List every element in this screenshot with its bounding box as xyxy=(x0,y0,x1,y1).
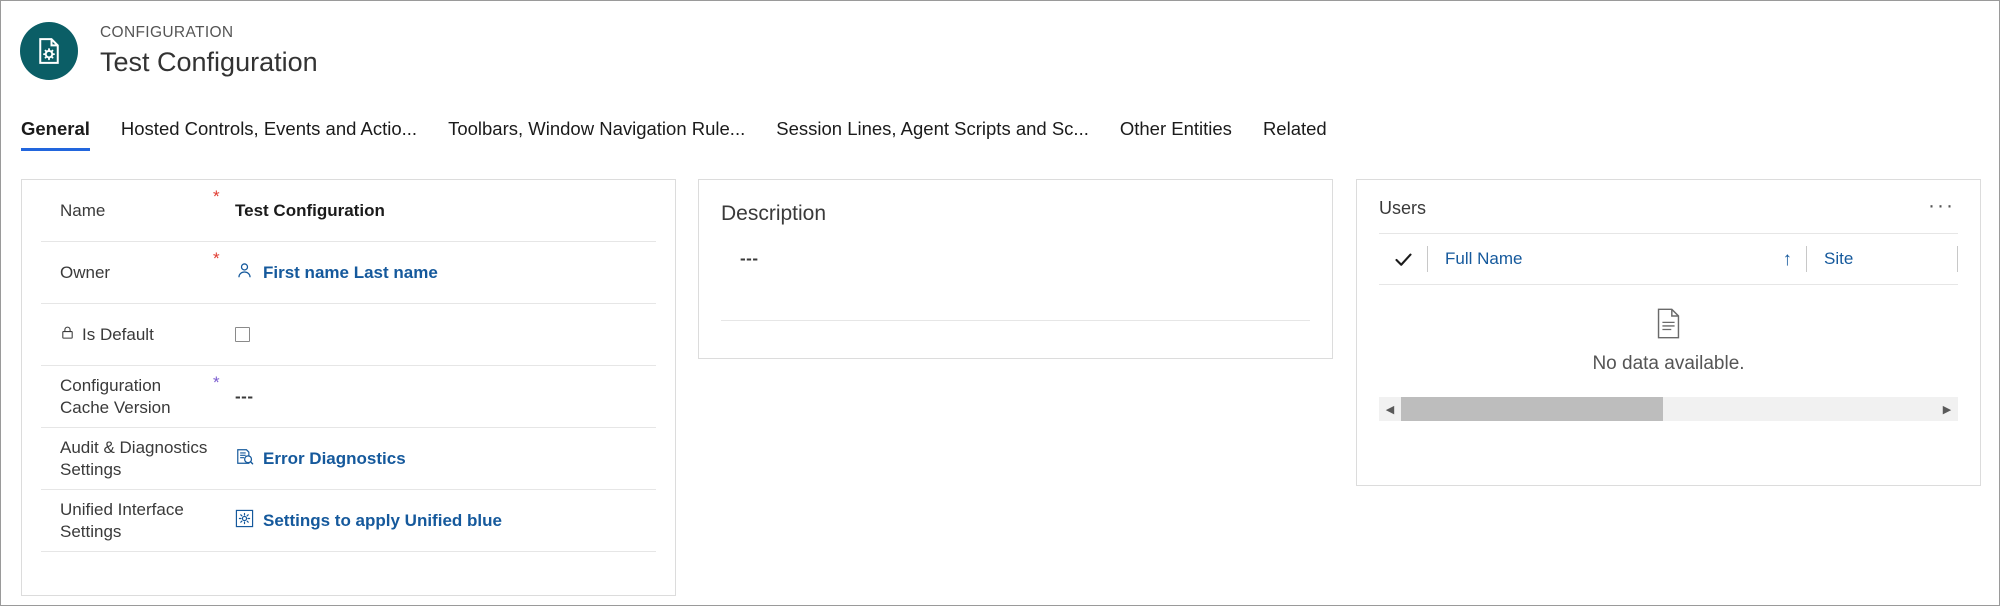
page-title: Test Configuration xyxy=(100,47,318,77)
header-text-block: CONFIGURATION Test Configuration xyxy=(100,23,318,79)
tab-hosted-controls[interactable]: Hosted Controls, Events and Actio... xyxy=(121,113,417,151)
field-value-owner: First name Last name xyxy=(235,261,656,285)
tab-other-entities[interactable]: Other Entities xyxy=(1120,113,1232,151)
scroll-left-arrow-icon[interactable]: ◀ xyxy=(1379,403,1401,416)
field-value-name: Test Configuration xyxy=(235,201,656,221)
config-cache-version-value: --- xyxy=(235,386,254,406)
name-value-text: Test Configuration xyxy=(235,200,385,220)
field-row-unified-interface-settings: Unified Interface Settings Settings to a… xyxy=(41,490,656,552)
unified-interface-settings-link[interactable]: Settings to apply Unified blue xyxy=(263,511,502,531)
field-label-audit-diagnostics: Audit & Diagnostics Settings xyxy=(41,437,213,481)
empty-state-message: No data available. xyxy=(1592,352,1745,374)
field-row-is-default: Is Default xyxy=(41,304,656,366)
field-label-unified-interface-settings: Unified Interface Settings xyxy=(41,499,213,543)
column-header-site[interactable]: Site xyxy=(1807,249,1957,269)
field-value-config-cache-version: --- xyxy=(235,387,656,407)
record-form-page: CONFIGURATION Test Configuration General… xyxy=(0,0,2000,606)
field-value-unified-interface-settings: Settings to apply Unified blue xyxy=(235,509,656,533)
error-diagnostics-link[interactable]: Error Diagnostics xyxy=(263,449,406,469)
entity-type-label: CONFIGURATION xyxy=(100,24,234,41)
users-subgrid-panel: Users ··· Full Name ↑ Site No data avail… xyxy=(1356,179,1981,486)
field-row-name: Name * Test Configuration xyxy=(41,180,656,242)
tab-toolbars[interactable]: Toolbars, Window Navigation Rule... xyxy=(448,113,745,151)
scrollbar-track[interactable] xyxy=(1401,397,1936,421)
record-header: CONFIGURATION Test Configuration xyxy=(1,1,1999,101)
document-empty-icon xyxy=(1655,308,1682,344)
sort-ascending-icon[interactable]: ↑ xyxy=(1783,250,1793,269)
tab-related[interactable]: Related xyxy=(1263,113,1327,151)
error-diagnostics-icon xyxy=(235,447,254,471)
field-label-text: Audit & Diagnostics Settings xyxy=(60,437,208,479)
required-indicator-name: * xyxy=(213,187,220,206)
users-panel-header: Users ··· xyxy=(1357,180,1980,233)
field-label-text: Owner xyxy=(60,262,111,282)
field-row-owner: Owner * First name Last name xyxy=(41,242,656,304)
scroll-right-arrow-icon[interactable]: ▶ xyxy=(1936,403,1958,416)
tab-strip: General Hosted Controls, Events and Acti… xyxy=(1,113,1999,159)
owner-link[interactable]: First name Last name xyxy=(263,263,438,283)
field-value-is-default xyxy=(235,327,656,342)
description-title: Description xyxy=(721,202,827,225)
more-commands-icon[interactable]: ··· xyxy=(1925,195,1958,219)
users-empty-state: No data available. xyxy=(1357,285,1980,397)
field-label-text: Configuration Cache Version xyxy=(60,375,171,417)
column-header-label: Full Name xyxy=(1445,249,1523,268)
users-grid-header-row: Full Name ↑ Site xyxy=(1379,233,1958,285)
field-label-is-default: Is Default xyxy=(41,324,213,346)
tab-general[interactable]: General xyxy=(21,113,90,151)
scrollbar-thumb[interactable] xyxy=(1401,397,1664,421)
description-value[interactable]: --- xyxy=(740,249,1310,269)
field-label-text: Unified Interface Settings xyxy=(60,499,184,541)
is-default-checkbox[interactable] xyxy=(235,327,250,342)
field-value-audit-diagnostics: Error Diagnostics xyxy=(235,447,656,471)
field-label-owner: Owner xyxy=(41,262,213,284)
description-divider xyxy=(721,320,1310,321)
column-header-full-name[interactable]: Full Name ↑ xyxy=(1428,249,1806,269)
person-icon xyxy=(235,261,254,285)
users-panel-title: Users xyxy=(1379,198,1427,218)
column-divider xyxy=(1957,246,1958,272)
column-header-label: Site xyxy=(1824,249,1854,268)
configuration-document-icon xyxy=(20,22,78,80)
field-label-name: Name xyxy=(41,200,213,222)
field-row-audit-diagnostics: Audit & Diagnostics Settings Error Diagn… xyxy=(41,428,656,490)
lock-icon xyxy=(60,324,75,346)
required-indicator-config-cache-version: * xyxy=(213,373,220,392)
field-label-text: Is Default xyxy=(82,324,154,344)
field-row-config-cache-version: Configuration Cache Version * --- xyxy=(41,366,656,428)
select-all-checkmark-icon[interactable] xyxy=(1379,249,1427,270)
field-label-text: Name xyxy=(60,200,106,220)
required-indicator-owner: * xyxy=(213,249,220,268)
tab-session-lines[interactable]: Session Lines, Agent Scripts and Sc... xyxy=(776,113,1089,151)
general-form-panel: Name * Test Configuration Owner * First … xyxy=(21,179,676,596)
unified-settings-gear-icon xyxy=(235,509,254,533)
field-label-config-cache-version: Configuration Cache Version xyxy=(41,375,213,419)
users-grid-horizontal-scrollbar[interactable]: ◀ ▶ xyxy=(1379,397,1958,421)
description-panel: Description --- xyxy=(698,179,1333,359)
